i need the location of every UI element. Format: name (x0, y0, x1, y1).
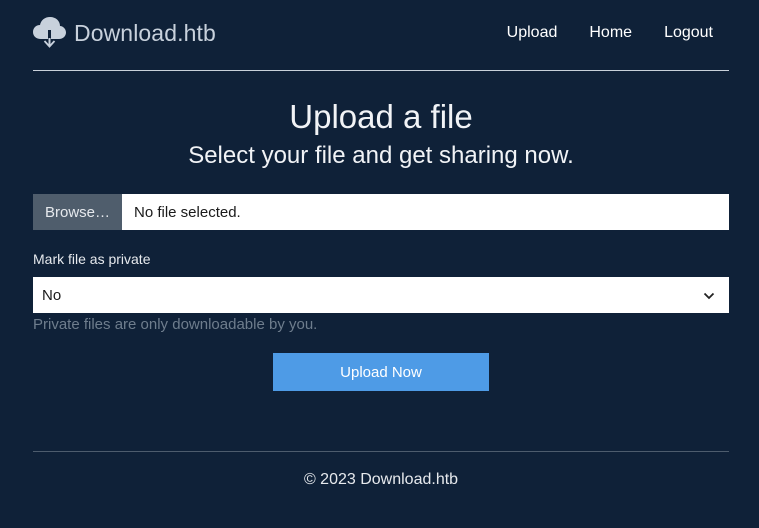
file-status-text[interactable]: No file selected. (122, 194, 729, 230)
upload-now-button[interactable]: Upload Now (273, 353, 489, 391)
brand-name: Download.htb (74, 19, 216, 46)
footer: © 2023 Download.htb (33, 451, 729, 489)
page-subtitle: Select your file and get sharing now. (188, 142, 574, 169)
private-help-text: Private files are only downloadable by y… (33, 316, 318, 333)
nav-upload-link[interactable]: Upload (507, 24, 558, 42)
page-title: Upload a file (289, 98, 473, 135)
footer-copyright: © 2023 Download.htb (303, 471, 459, 488)
private-select[interactable]: No (33, 277, 729, 313)
brand-link[interactable]: Download.htb (33, 16, 216, 50)
file-input[interactable]: Browse… No file selected. (33, 194, 729, 230)
nav-home-link[interactable]: Home (589, 24, 632, 42)
header: Download.htb Upload Home Logout (33, 0, 729, 71)
top-nav: Upload Home Logout (475, 24, 713, 42)
page-container: Download.htb Upload Home Logout Upload a… (33, 0, 729, 391)
chevron-down-icon (703, 289, 715, 301)
private-select-value: No (42, 286, 62, 304)
private-field-label: Mark file as private (33, 251, 151, 267)
cloud-download-icon (33, 16, 66, 50)
nav-logout-link[interactable]: Logout (664, 24, 713, 42)
browse-button[interactable]: Browse… (33, 194, 122, 230)
